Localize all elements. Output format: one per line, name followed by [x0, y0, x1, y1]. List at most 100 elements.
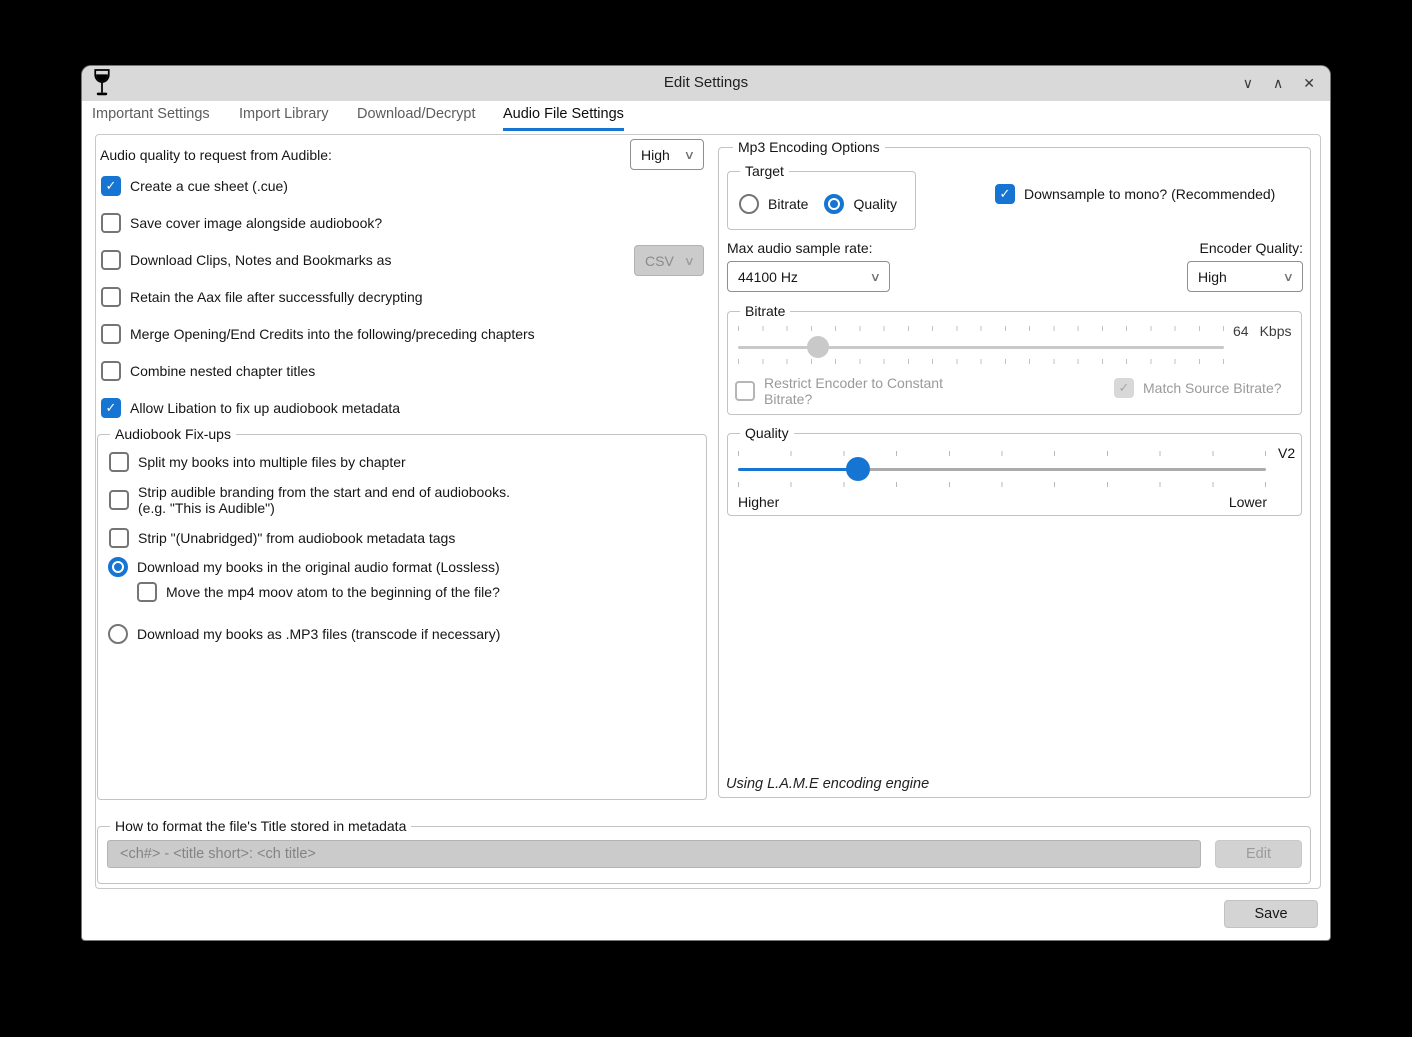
checkbox-label-line2: (e.g. "This is Audible") — [138, 500, 275, 516]
window-title: Edit Settings — [82, 74, 1330, 91]
checkbox-label: Retain the Aax file after successfully d… — [130, 289, 423, 305]
check-icon: ✓ — [106, 178, 117, 194]
checkbox-row-strip-branding[interactable]: Strip audible branding from the start an… — [109, 484, 510, 516]
radio-label: Quality — [853, 196, 897, 212]
check-icon: ✓ — [106, 400, 117, 416]
checkbox-row-merge-credits[interactable]: Merge Opening/End Credits into the follo… — [101, 324, 535, 344]
sample-rate-label: Max audio sample rate: — [727, 240, 873, 256]
quality-lower-label: Lower — [1229, 494, 1267, 510]
restrict-cbr-checkbox — [735, 381, 755, 401]
checkbox-row-split-books[interactable]: Split my books into multiple files by ch… — [109, 452, 406, 472]
checkbox-row-combine-nested[interactable]: Combine nested chapter titles — [101, 361, 315, 381]
strip-branding-checkbox[interactable] — [109, 490, 129, 510]
sample-rate-dropdown[interactable]: 44100 Hz ∨ — [727, 261, 890, 292]
tab-important-settings[interactable]: Important Settings — [92, 106, 210, 128]
radio-label: Download my books as .MP3 files (transco… — [137, 626, 500, 642]
sample-rate-value: 44100 Hz — [738, 269, 798, 285]
radio-row-target-quality[interactable]: Quality — [824, 194, 897, 214]
checkbox-label: Match Source Bitrate? — [1143, 380, 1282, 396]
quality-ticks-top — [738, 451, 1266, 456]
encoder-quality-dropdown[interactable]: High ∨ — [1187, 261, 1303, 292]
bitrate-legend: Bitrate — [740, 303, 790, 319]
mp3-radio[interactable] — [108, 624, 128, 644]
tab-bar: Important Settings Import Library Downlo… — [82, 101, 1330, 134]
checkbox-label: Split my books into multiple files by ch… — [138, 454, 406, 470]
target-bitrate-radio[interactable] — [739, 194, 759, 214]
checkbox-row-retain-aax[interactable]: Retain the Aax file after successfully d… — [101, 287, 423, 307]
quality-higher-label: Higher — [738, 494, 779, 510]
close-button[interactable]: ✕ — [1303, 75, 1315, 92]
radio-row-mp3[interactable]: Download my books as .MP3 files (transco… — [108, 624, 500, 644]
checkbox-label-line1: Strip audible branding from the start an… — [138, 484, 510, 500]
download-clips-checkbox[interactable] — [101, 250, 121, 270]
radio-row-target-bitrate[interactable]: Bitrate — [739, 194, 808, 214]
checkbox-row-download-clips[interactable]: Download Clips, Notes and Bookmarks as — [101, 250, 391, 270]
audio-quality-dropdown[interactable]: High ∨ — [630, 139, 704, 170]
target-legend: Target — [740, 163, 789, 179]
checkbox-label-line1: Restrict Encoder to Constant — [764, 375, 943, 391]
clips-format-dropdown: CSV ∨ — [634, 245, 704, 276]
title-format-input — [107, 840, 1201, 868]
radio-row-lossless[interactable]: Download my books in the original audio … — [108, 557, 500, 577]
radio-label: Bitrate — [768, 196, 808, 212]
audio-quality-value: High — [641, 147, 670, 163]
edit-button: Edit — [1215, 840, 1302, 868]
checkbox-label: Merge Opening/End Credits into the follo… — [130, 326, 535, 342]
save-button[interactable]: Save — [1224, 900, 1318, 928]
checkbox-row-downsample-mono[interactable]: ✓ Downsample to mono? (Recommended) — [995, 184, 1275, 204]
split-books-checkbox[interactable] — [109, 452, 129, 472]
quality-slider[interactable] — [738, 462, 1266, 476]
tab-download-decrypt[interactable]: Download/Decrypt — [357, 106, 475, 128]
merge-credits-checkbox[interactable] — [101, 324, 121, 344]
checkbox-label: Downsample to mono? (Recommended) — [1024, 186, 1275, 202]
quality-slider-track[interactable] — [738, 468, 1266, 471]
checkbox-row-create-cue-sheet[interactable]: ✓ Create a cue sheet (.cue) — [101, 176, 288, 196]
audio-quality-label: Audio quality to request from Audible: — [100, 147, 332, 163]
chevron-down-icon: ∨ — [1283, 270, 1294, 284]
downsample-mono-checkbox[interactable]: ✓ — [995, 184, 1015, 204]
create-cue-sheet-checkbox[interactable]: ✓ — [101, 176, 121, 196]
bitrate-ticks-top — [738, 326, 1224, 331]
checkbox-label: Create a cue sheet (.cue) — [130, 178, 288, 194]
strip-unabridged-checkbox[interactable] — [109, 528, 129, 548]
clips-format-value: CSV — [645, 253, 674, 269]
chevron-down-icon: ∨ — [684, 148, 695, 162]
checkbox-row-restrict-cbr: Restrict Encoder to Constant Bitrate? — [735, 374, 943, 408]
title-bar[interactable]: Edit Settings ∨ ∧ ✕ — [82, 66, 1330, 101]
bitrate-slider-handle — [807, 336, 829, 358]
checkbox-row-match-source-bitrate: ✓ Match Source Bitrate? — [1114, 378, 1282, 398]
mp3-encoding-options-legend: Mp3 Encoding Options — [733, 139, 885, 155]
quality-ticks-bottom — [738, 482, 1266, 487]
bitrate-slider — [738, 340, 1224, 354]
encoder-quality-label: Encoder Quality: — [1103, 240, 1303, 256]
checkbox-row-allow-fixup[interactable]: ✓ Allow Libation to fix up audiobook met… — [101, 398, 400, 418]
checkbox-row-strip-unabridged[interactable]: Strip "(Unabridged)" from audiobook meta… — [109, 528, 455, 548]
checkbox-label: Allow Libation to fix up audiobook metad… — [130, 400, 400, 416]
encoding-engine-note: Using L.A.M.E encoding engine — [726, 776, 929, 792]
checkbox-label-line2: Bitrate? — [764, 391, 812, 407]
target-group: Target Bitrate Quality — [727, 171, 916, 230]
tab-audio-file-settings[interactable]: Audio File Settings — [503, 106, 624, 131]
retain-aax-checkbox[interactable] — [101, 287, 121, 307]
combine-nested-checkbox[interactable] — [101, 361, 121, 381]
tab-import-library[interactable]: Import Library — [239, 106, 328, 128]
quality-slider-handle[interactable] — [846, 457, 870, 481]
lossless-radio[interactable] — [108, 557, 128, 577]
maximize-button[interactable]: ∧ — [1273, 75, 1283, 92]
checkbox-label: Combine nested chapter titles — [130, 363, 315, 379]
encoder-quality-value: High — [1198, 269, 1227, 285]
bitrate-unit: Kbps — [1260, 323, 1292, 339]
moov-atom-checkbox[interactable] — [137, 582, 157, 602]
checkbox-label: Move the mp4 moov atom to the beginning … — [166, 584, 500, 600]
bitrate-ticks-bottom — [738, 359, 1224, 364]
audiobook-fixups-legend: Audiobook Fix-ups — [110, 426, 236, 442]
allow-fixup-checkbox[interactable]: ✓ — [101, 398, 121, 418]
minimize-button[interactable]: ∨ — [1243, 75, 1253, 92]
checkbox-label: Strip "(Unabridged)" from audiobook meta… — [138, 530, 455, 546]
checkbox-row-moov-atom[interactable]: Move the mp4 moov atom to the beginning … — [137, 582, 500, 602]
save-cover-image-checkbox[interactable] — [101, 213, 121, 233]
quality-legend: Quality — [740, 425, 794, 441]
target-quality-radio[interactable] — [824, 194, 844, 214]
checkbox-row-save-cover-image[interactable]: Save cover image alongside audiobook? — [101, 213, 382, 233]
match-source-bitrate-checkbox: ✓ — [1114, 378, 1134, 398]
